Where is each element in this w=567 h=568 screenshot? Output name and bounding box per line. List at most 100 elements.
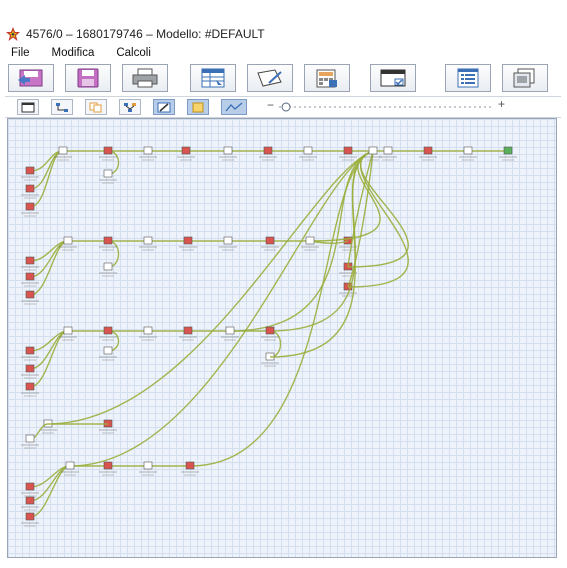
- open-model-button[interactable]: [8, 64, 54, 92]
- diagram-node: [25, 382, 35, 391]
- flow-diagram: [21, 146, 517, 527]
- diagram-node: [63, 236, 73, 245]
- diagram-node: [65, 461, 75, 470]
- diagram-link: [29, 240, 69, 296]
- diagram-node: [185, 461, 195, 470]
- diagram-node: [103, 461, 113, 470]
- model-canvas[interactable]: [7, 118, 557, 558]
- diagram-node: [503, 146, 513, 155]
- diagram-node: [58, 146, 68, 155]
- diagram-node: [25, 184, 35, 193]
- copy-icon: [89, 102, 102, 112]
- diagram-node: [103, 326, 113, 335]
- zoom-slider-thumb[interactable]: [281, 102, 291, 112]
- pencil-link-icon: [157, 102, 171, 112]
- diagram-node: [383, 146, 393, 155]
- application-window: 4576/0 – 1680179746 – Modello: #DEFAULT …: [0, 0, 567, 568]
- folder-arrow-icon: [18, 69, 43, 87]
- diagram-link: [29, 465, 71, 518]
- paper-pen-icon: [257, 69, 282, 87]
- diagram-node: [25, 482, 35, 491]
- table-grid-icon: [201, 68, 225, 88]
- diagram-link: [189, 150, 374, 467]
- diagram-node: [103, 346, 113, 355]
- zoom-out-button[interactable]: −: [267, 98, 274, 112]
- tree-button[interactable]: [119, 99, 141, 115]
- zoom-fit-icon: [225, 102, 243, 111]
- note-icon: [192, 102, 204, 112]
- diagram-node: [143, 326, 153, 335]
- title-bar: 4576/0 – 1680179746 – Modello: #DEFAULT: [5, 24, 561, 44]
- save-model-button[interactable]: [65, 64, 111, 92]
- diagram-node: [143, 461, 153, 470]
- diagram-node: [183, 326, 193, 335]
- diagram-node: [463, 146, 473, 155]
- diagram-node: [25, 364, 35, 373]
- diagram-node: [368, 146, 378, 155]
- printer-icon: [132, 68, 158, 88]
- zoom-in-button[interactable]: +: [498, 97, 505, 111]
- main-toolbar: [5, 62, 561, 94]
- new-window-button[interactable]: [17, 99, 39, 115]
- diagram-node: [305, 236, 315, 245]
- calculator-button[interactable]: [304, 64, 350, 92]
- menu-bar: File Modifica Calcoli: [5, 44, 561, 62]
- diagram-link: [47, 150, 374, 425]
- diagram-node: [103, 146, 113, 155]
- diagram-node: [181, 146, 191, 155]
- diagram-node: [265, 326, 275, 335]
- diagram-node: [25, 272, 35, 281]
- diagram-node: [25, 512, 35, 521]
- edit-button[interactable]: [247, 64, 293, 92]
- diagram-node: [143, 236, 153, 245]
- menu-calcoli[interactable]: Calcoli: [116, 47, 151, 59]
- note-button[interactable]: [187, 99, 209, 115]
- diagram-node: [343, 146, 353, 155]
- print-preview-button[interactable]: [502, 64, 548, 92]
- diagram-link: [69, 150, 374, 467]
- print-button[interactable]: [122, 64, 168, 92]
- diagram-link: [309, 240, 349, 244]
- diagram-node: [25, 202, 35, 211]
- print-preview-icon: [513, 68, 535, 88]
- diagram-node: [25, 496, 35, 505]
- copy-button[interactable]: [85, 99, 107, 115]
- edit-link-button[interactable]: [153, 99, 175, 115]
- diagram-node: [25, 346, 35, 355]
- diagram-node: [25, 256, 35, 265]
- diagram-link: [29, 330, 69, 388]
- tree-icon: [124, 102, 136, 112]
- table-button[interactable]: [190, 64, 236, 92]
- diagram-node: [103, 236, 113, 245]
- diagram-node: [143, 146, 153, 155]
- diagram-node: [63, 326, 73, 335]
- zoom-slider[interactable]: [277, 100, 495, 114]
- calculator-icon: [316, 69, 337, 88]
- diagram-node: [103, 262, 113, 271]
- diagram-node: [25, 166, 35, 175]
- diagram-node: [423, 146, 433, 155]
- window-title: 4576/0 – 1680179746 – Modello: #DEFAULT: [26, 27, 265, 41]
- diagram-node: [25, 290, 35, 299]
- diagram-node: [303, 146, 313, 155]
- window-check-icon: [380, 69, 406, 87]
- window-check-button[interactable]: [370, 64, 416, 92]
- zoom-fit-button[interactable]: [221, 99, 247, 115]
- floppy-disk-icon: [77, 68, 99, 88]
- diagram-node: [223, 236, 233, 245]
- diagram-node: [25, 434, 35, 443]
- connector-icon: [56, 102, 68, 112]
- menu-modifica[interactable]: Modifica: [52, 47, 95, 59]
- diagram-node: [103, 169, 113, 178]
- diagram-link: [29, 150, 64, 208]
- diagram-node: [263, 146, 273, 155]
- connect-button[interactable]: [51, 99, 73, 115]
- diagram-node: [183, 236, 193, 245]
- diagram-node: [223, 146, 233, 155]
- menu-file[interactable]: File: [11, 47, 30, 59]
- list-view-icon: [457, 68, 479, 88]
- window-icon: [21, 102, 35, 112]
- star-logo-icon: [6, 27, 20, 41]
- secondary-toolbar: − +: [5, 96, 561, 118]
- list-view-button[interactable]: [445, 64, 491, 92]
